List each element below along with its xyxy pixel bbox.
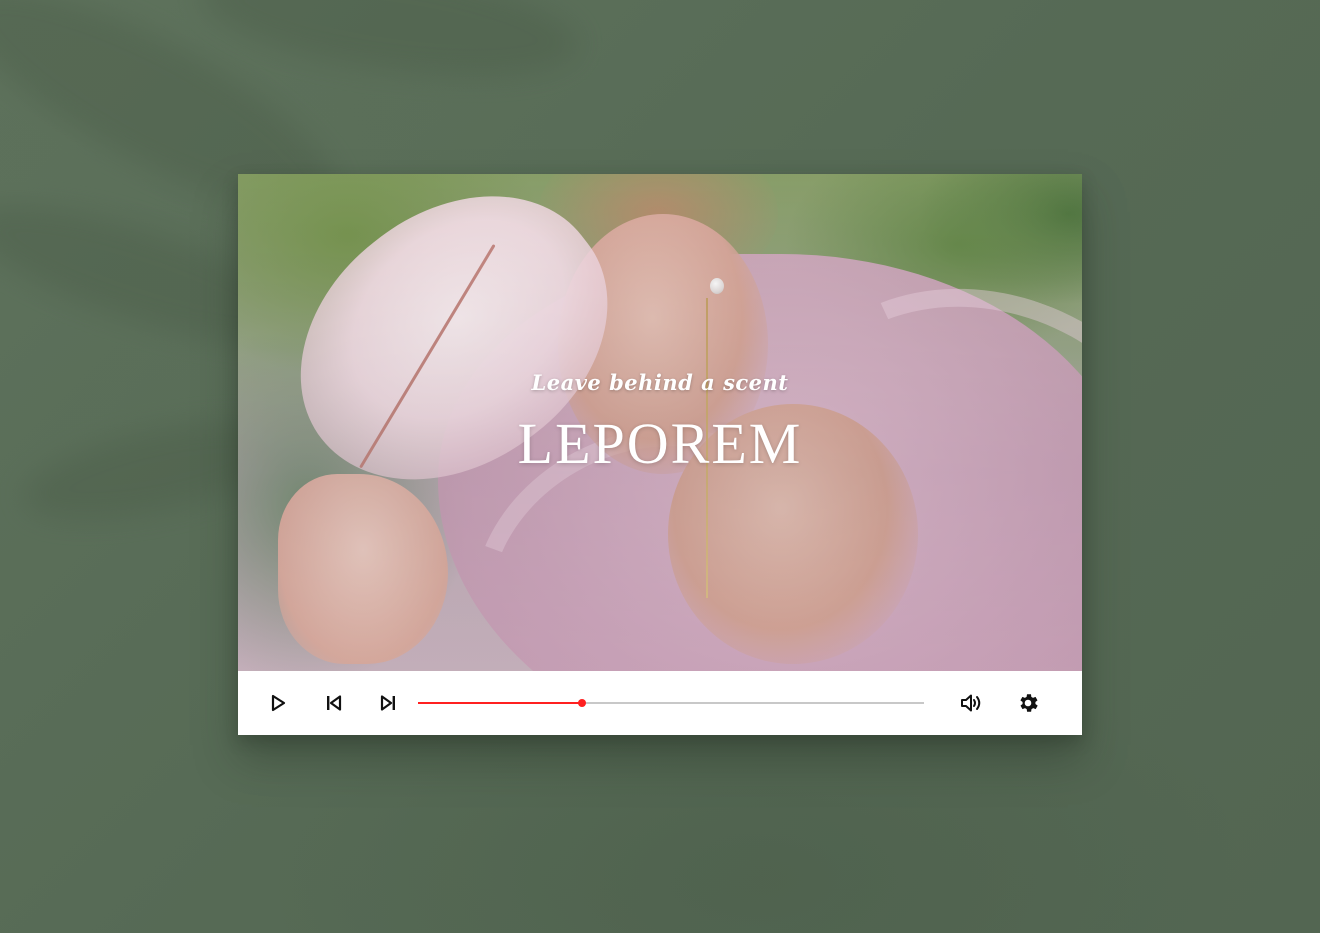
skip-previous-icon bbox=[325, 694, 343, 712]
previous-button[interactable] bbox=[318, 687, 350, 719]
play-icon bbox=[270, 694, 286, 712]
video-player: Leave behind a scent LEPOREM bbox=[238, 174, 1082, 735]
progress-bar[interactable] bbox=[418, 699, 924, 707]
volume-icon bbox=[960, 693, 984, 713]
gear-icon bbox=[1016, 691, 1040, 715]
settings-button[interactable] bbox=[1012, 687, 1044, 719]
next-button[interactable] bbox=[372, 687, 404, 719]
player-controls-bar bbox=[238, 671, 1082, 735]
progress-fill bbox=[418, 702, 583, 704]
video-frame[interactable]: Leave behind a scent LEPOREM bbox=[238, 174, 1082, 671]
play-button[interactable] bbox=[262, 687, 294, 719]
video-tagline: Leave behind a scent bbox=[531, 370, 789, 395]
skip-next-icon bbox=[379, 694, 397, 712]
progress-scrubber[interactable] bbox=[578, 699, 587, 707]
volume-button[interactable] bbox=[956, 687, 988, 719]
video-brand-title: LEPOREM bbox=[517, 411, 803, 476]
